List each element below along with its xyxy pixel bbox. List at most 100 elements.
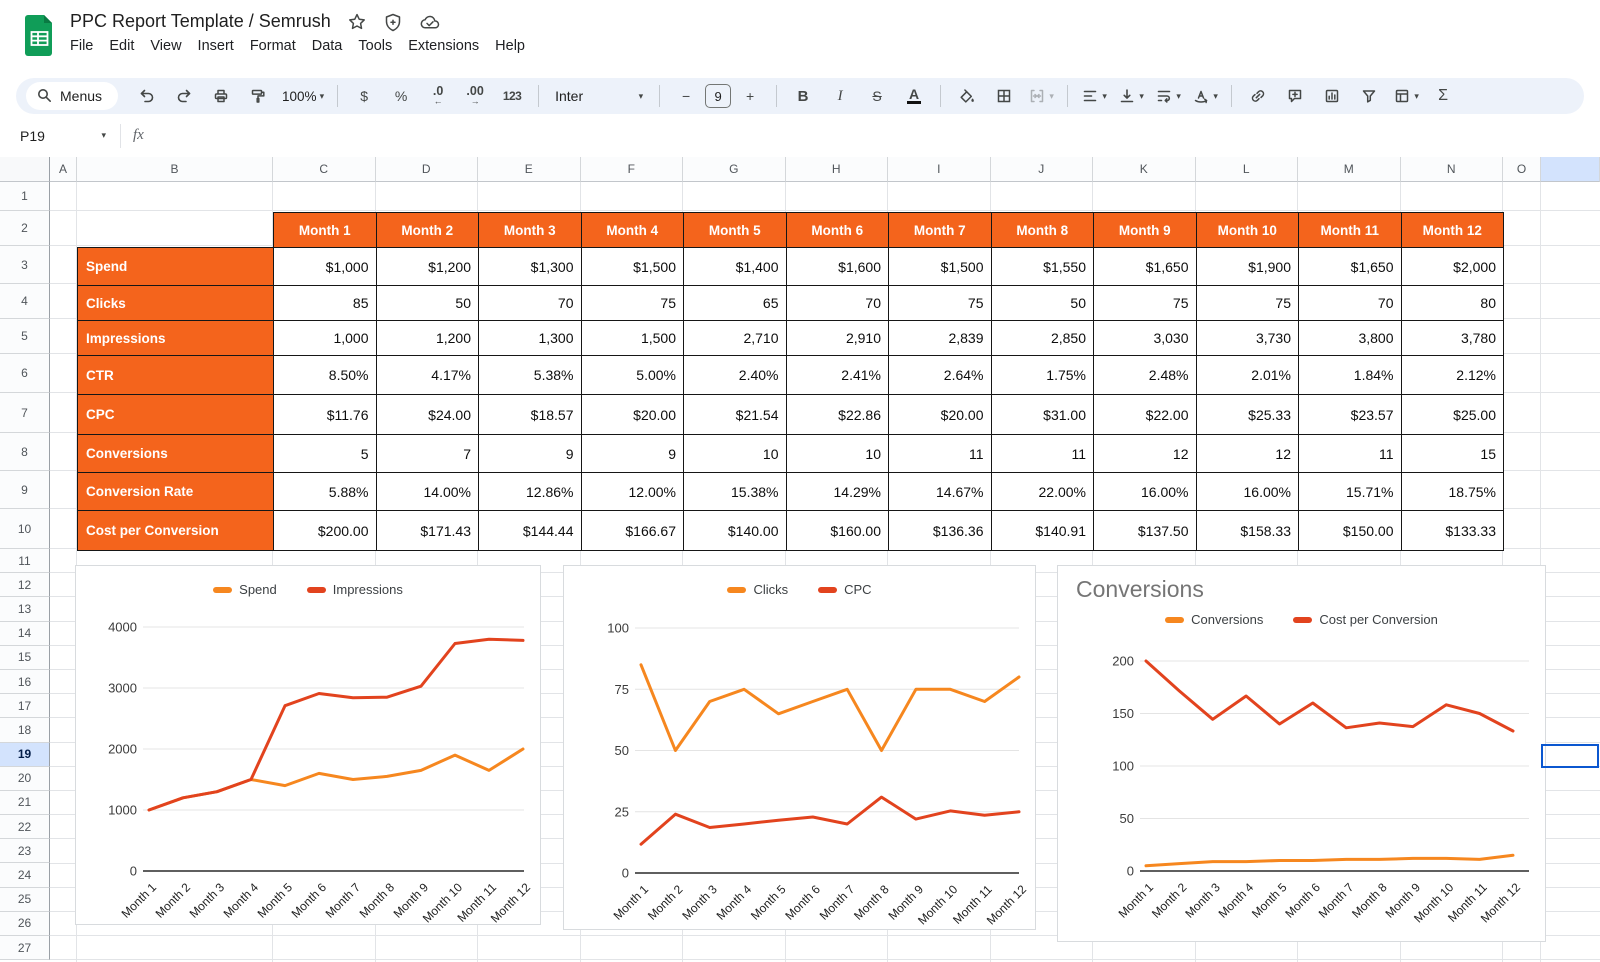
row-header-4[interactable]: 4 xyxy=(0,284,50,319)
paint-format-button[interactable] xyxy=(240,82,276,110)
value-cell[interactable]: 14.29% xyxy=(786,473,889,511)
value-cell[interactable]: 1,300 xyxy=(479,321,582,356)
menu-view[interactable]: View xyxy=(142,35,189,57)
value-cell[interactable]: 5.88% xyxy=(274,473,377,511)
row-header-15[interactable]: 15 xyxy=(0,646,50,670)
value-cell[interactable]: 12.00% xyxy=(581,473,684,511)
value-cell[interactable]: 2,850 xyxy=(991,321,1094,356)
value-cell[interactable]: 16.00% xyxy=(1196,473,1299,511)
column-header-f[interactable]: F xyxy=(581,157,684,182)
text-wrap-button[interactable]: ▾ xyxy=(1150,82,1186,110)
value-cell[interactable]: 50 xyxy=(991,286,1094,321)
metric-label-cell[interactable]: CTR xyxy=(78,356,274,395)
value-cell[interactable]: 14.00% xyxy=(376,473,479,511)
metric-label-cell[interactable]: Conversions xyxy=(78,435,274,473)
table-tools-button[interactable]: ▾ xyxy=(1388,82,1424,110)
value-cell[interactable]: 75 xyxy=(581,286,684,321)
value-cell[interactable]: $136.36 xyxy=(889,511,992,551)
value-cell[interactable]: $21.54 xyxy=(684,395,787,435)
row-header-18[interactable]: 18 xyxy=(0,718,50,742)
column-header-d[interactable]: D xyxy=(376,157,479,182)
value-cell[interactable]: 3,730 xyxy=(1196,321,1299,356)
value-cell[interactable]: 9 xyxy=(479,435,582,473)
value-cell[interactable]: 3,800 xyxy=(1299,321,1402,356)
value-cell[interactable]: 75 xyxy=(1196,286,1299,321)
metric-label-cell[interactable]: Conversion Rate xyxy=(78,473,274,511)
value-cell[interactable]: 1.84% xyxy=(1299,356,1402,395)
column-header-a[interactable]: A xyxy=(50,157,77,182)
row-header-2[interactable]: 2 xyxy=(0,211,50,246)
insert-comment-button[interactable] xyxy=(1277,82,1313,110)
value-cell[interactable]: 2.01% xyxy=(1196,356,1299,395)
format-currency-button[interactable]: $ xyxy=(346,82,382,110)
value-cell[interactable]: 50 xyxy=(376,286,479,321)
increase-font-size-button[interactable]: + xyxy=(732,82,768,110)
value-cell[interactable]: $22.00 xyxy=(1094,395,1197,435)
value-cell[interactable]: 11 xyxy=(1299,435,1402,473)
month-header-cell[interactable]: Month 4 xyxy=(581,213,684,248)
value-cell[interactable]: $24.00 xyxy=(376,395,479,435)
decrease-decimal-button[interactable]: .0← xyxy=(420,82,456,110)
value-cell[interactable]: $150.00 xyxy=(1299,511,1402,551)
value-cell[interactable]: 2.12% xyxy=(1401,356,1504,395)
value-cell[interactable]: 11 xyxy=(889,435,992,473)
horizontal-align-button[interactable]: ▾ xyxy=(1076,82,1112,110)
menu-data[interactable]: Data xyxy=(304,35,351,57)
value-cell[interactable]: 70 xyxy=(1299,286,1402,321)
cloud-saved-icon[interactable] xyxy=(419,12,441,32)
row-header-19[interactable]: 19 xyxy=(0,743,50,767)
menu-format[interactable]: Format xyxy=(242,35,304,57)
value-cell[interactable]: 4.17% xyxy=(376,356,479,395)
value-cell[interactable]: 2.48% xyxy=(1094,356,1197,395)
value-cell[interactable]: 2,710 xyxy=(684,321,787,356)
value-cell[interactable]: 2.64% xyxy=(889,356,992,395)
metric-label-cell[interactable]: Cost per Conversion xyxy=(78,511,274,551)
column-header-g[interactable]: G xyxy=(683,157,786,182)
value-cell[interactable]: 70 xyxy=(786,286,889,321)
value-cell[interactable]: 14.67% xyxy=(889,473,992,511)
column-header-i[interactable]: I xyxy=(888,157,991,182)
font-size-input[interactable]: 9 xyxy=(705,84,731,108)
value-cell[interactable]: $166.67 xyxy=(581,511,684,551)
value-cell[interactable]: 2.40% xyxy=(684,356,787,395)
month-header-cell[interactable]: Month 2 xyxy=(376,213,479,248)
text-rotation-button[interactable]: ▾ xyxy=(1187,82,1223,110)
column-header-p-selected[interactable] xyxy=(1541,157,1600,182)
value-cell[interactable]: $20.00 xyxy=(889,395,992,435)
increase-decimal-button[interactable]: .00→ xyxy=(457,82,493,110)
row-header-22[interactable]: 22 xyxy=(0,815,50,839)
row-header-3[interactable]: 3 xyxy=(0,246,50,284)
month-header-cell[interactable]: Month 3 xyxy=(479,213,582,248)
value-cell[interactable]: $31.00 xyxy=(991,395,1094,435)
value-cell[interactable]: 9 xyxy=(581,435,684,473)
value-cell[interactable]: 18.75% xyxy=(1401,473,1504,511)
value-cell[interactable]: $1,650 xyxy=(1094,248,1197,286)
value-cell[interactable]: 85 xyxy=(274,286,377,321)
bold-button[interactable]: B xyxy=(785,82,821,110)
value-cell[interactable]: $1,600 xyxy=(786,248,889,286)
redo-button[interactable] xyxy=(166,82,202,110)
value-cell[interactable]: $160.00 xyxy=(786,511,889,551)
month-header-cell[interactable]: Month 11 xyxy=(1299,213,1402,248)
value-cell[interactable]: $171.43 xyxy=(376,511,479,551)
formula-input[interactable] xyxy=(144,114,1600,157)
value-cell[interactable]: 3,780 xyxy=(1401,321,1504,356)
create-filter-button[interactable] xyxy=(1351,82,1387,110)
row-header-9[interactable]: 9 xyxy=(0,471,50,509)
value-cell[interactable]: 70 xyxy=(479,286,582,321)
month-header-cell[interactable]: Month 1 xyxy=(274,213,377,248)
value-cell[interactable]: 22.00% xyxy=(991,473,1094,511)
select-all-corner[interactable] xyxy=(0,157,50,182)
column-header-k[interactable]: K xyxy=(1093,157,1196,182)
row-header-24[interactable]: 24 xyxy=(0,863,50,887)
format-percent-button[interactable]: % xyxy=(383,82,419,110)
value-cell[interactable]: 10 xyxy=(786,435,889,473)
month-header-cell[interactable]: Month 9 xyxy=(1094,213,1197,248)
column-header-h[interactable]: H xyxy=(786,157,889,182)
row-header-8[interactable]: 8 xyxy=(0,433,50,471)
value-cell[interactable]: 12 xyxy=(1196,435,1299,473)
value-cell[interactable]: 1,200 xyxy=(376,321,479,356)
menus-button[interactable]: Menus xyxy=(26,82,118,110)
value-cell[interactable]: 15.71% xyxy=(1299,473,1402,511)
value-cell[interactable]: $11.76 xyxy=(274,395,377,435)
